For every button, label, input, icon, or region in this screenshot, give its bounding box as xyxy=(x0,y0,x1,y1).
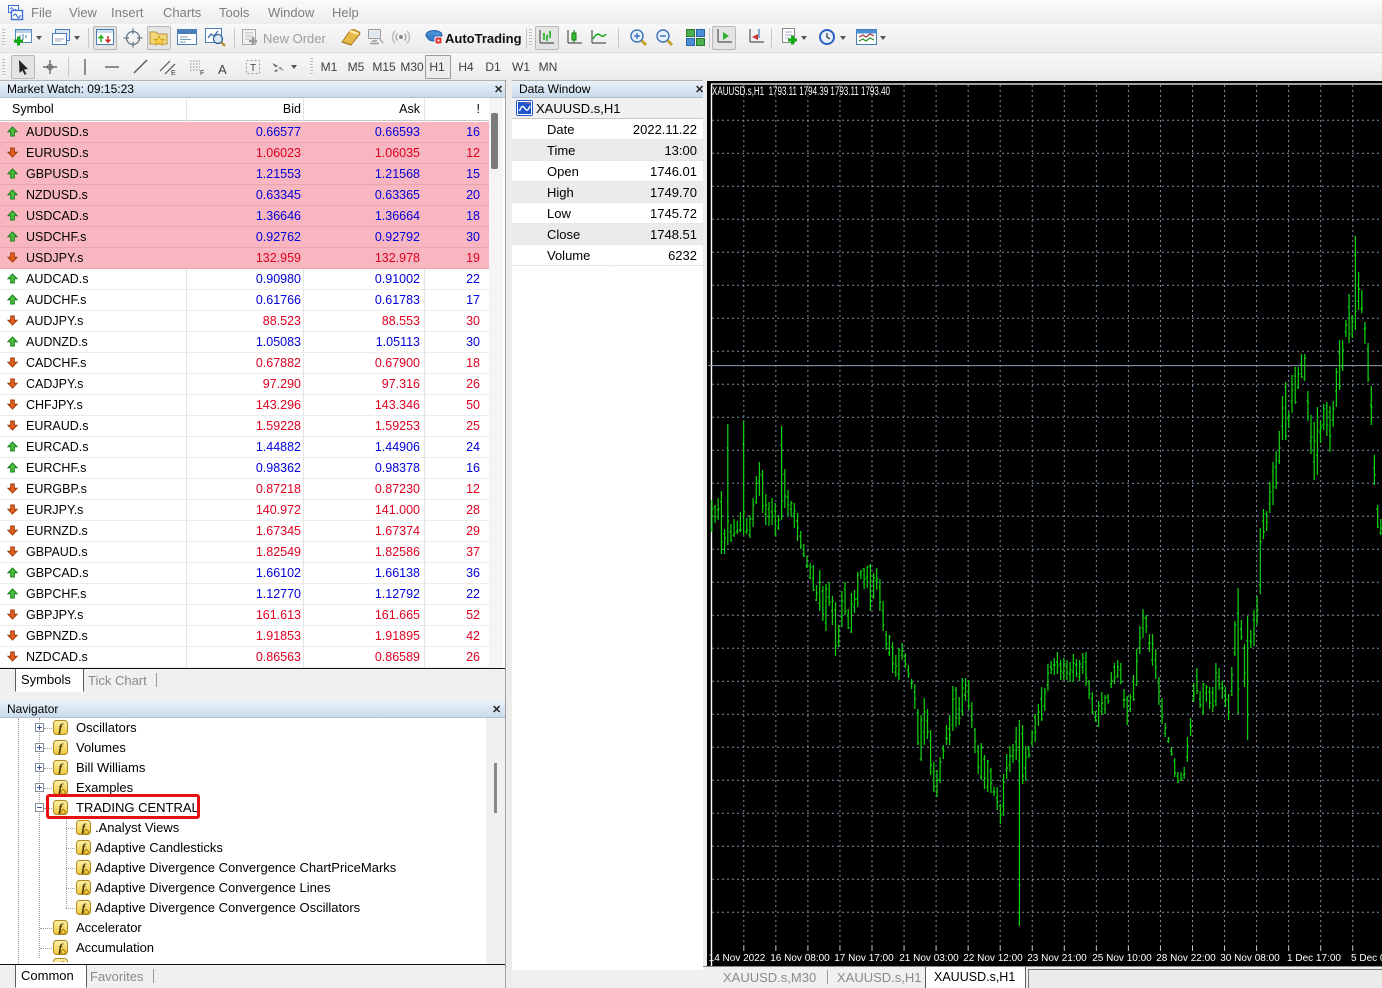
svg-text:28 Nov 22:00: 28 Nov 22:00 xyxy=(1156,953,1216,964)
svg-text:22 Nov 12:00: 22 Nov 12:00 xyxy=(963,953,1023,964)
svg-text:E: E xyxy=(171,70,176,76)
svg-text:1 Dec 17:00: 1 Dec 17:00 xyxy=(1287,953,1341,964)
svg-text:17 Nov 17:00: 17 Nov 17:00 xyxy=(834,953,894,964)
svg-text:23 Nov 21:00: 23 Nov 21:00 xyxy=(1027,953,1087,964)
svg-text:T: T xyxy=(250,63,256,74)
svg-text:25 Nov 10:00: 25 Nov 10:00 xyxy=(1092,953,1152,964)
svg-text:16 Nov 08:00: 16 Nov 08:00 xyxy=(770,953,830,964)
svg-text:21 Nov 03:00: 21 Nov 03:00 xyxy=(899,953,959,964)
svg-text:XAUUSD.s,H1 1793.11 1794.39 1: XAUUSD.s,H1 1793.11 1794.39 1793.11 1793… xyxy=(712,86,890,98)
svg-text:14 Nov 2022: 14 Nov 2022 xyxy=(709,953,766,964)
svg-text:30 Nov 08:00: 30 Nov 08:00 xyxy=(1220,953,1280,964)
svg-text:F: F xyxy=(200,70,204,76)
svg-text:5 Dec 08:00: 5 Dec 08:00 xyxy=(1351,953,1382,964)
